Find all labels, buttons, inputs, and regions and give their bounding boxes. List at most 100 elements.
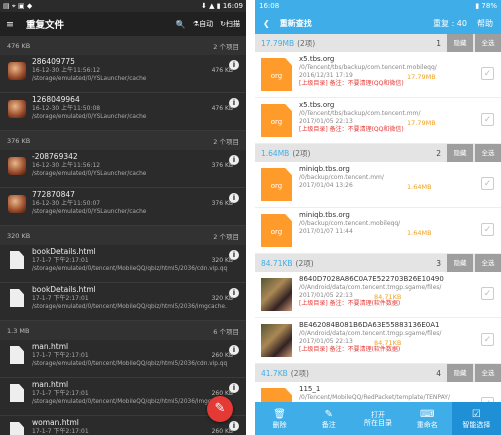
item-note: [上级目录] 备注：不要清理(软件数据) (299, 346, 401, 353)
clean-fab-button[interactable]: ✎ (207, 396, 233, 422)
item-note: [上级目录] 备注：不要清理(QQ和微信) (299, 126, 404, 133)
item-name: 8640D7028A86C0A7E522703B26E10490 (299, 275, 444, 283)
item-name: bookDetails.html (32, 247, 96, 256)
rename-button[interactable]: ⌨ 重命名 (403, 402, 452, 435)
item-meta: 2017/01/05 22:13 (299, 118, 501, 126)
group-size: 476 KB (7, 41, 31, 50)
group-number: 1 (436, 38, 441, 48)
search-icon[interactable]: 🔍 (176, 20, 186, 29)
info-icon[interactable]: i (229, 60, 239, 70)
list-item[interactable]: BE462084B081B6DA63E55883136E0A1/0/Androi… (255, 318, 501, 364)
rescan-button[interactable]: 重新查找 (280, 18, 433, 29)
help-button[interactable]: 帮助 (477, 18, 493, 29)
item-path: /storage/emulated/0/tencent/MobileQQ/qbi… (32, 361, 228, 367)
hide-button[interactable]: 隐藏 (447, 34, 473, 52)
hide-button[interactable]: 隐藏 (447, 254, 473, 272)
item-size: 1.64MB (407, 183, 432, 191)
item-date: 2017/01/04 13:26 (299, 182, 353, 189)
file-icon (10, 422, 24, 435)
list-item[interactable]: org miniqb.tbs.org/0/backup/com.tencent.m… (255, 208, 501, 254)
group-header: 320 KB 2 个项目 (0, 226, 246, 245)
group-number: 3 (436, 258, 441, 268)
checkbox[interactable]: ✓ (481, 67, 494, 80)
item-name: miniqb.tbs.org (299, 165, 350, 173)
item-date: 2017/01/07 11:44 (299, 228, 353, 235)
list-item[interactable]: 8640D7028A86C0A7E522703B26E10490/0/Andro… (255, 272, 501, 318)
group-count: (2项) (290, 368, 309, 378)
item-size: 84.71KB (374, 339, 402, 347)
rename-icon: ⌨ (419, 408, 435, 420)
right-screen: 16:08 ▮ 78% ❮ 重新查找 重复 : 40 帮助 17.79MB (2项)… (255, 0, 501, 435)
item-date: 2016/12/31 17:19 (299, 72, 353, 79)
item-name: man.html (32, 380, 69, 389)
group-header: 1.64MB (2项) 2 隐藏 全选 (255, 144, 501, 162)
list-item[interactable]: 772870847 16-12-30 上午11:50:07/storage/emu… (0, 188, 246, 226)
checkbox[interactable]: ✓ (481, 287, 494, 300)
info-icon[interactable]: i (229, 98, 239, 108)
group-header: 84.71KB (2项) 3 隐藏 全选 (255, 254, 501, 272)
menu-icon[interactable]: ≡ (6, 19, 14, 30)
group-header: 476 KB 2 个项目 (0, 36, 246, 55)
list-item[interactable]: org x5.tbs.org/0/Tencent/tbs/backup/com.t… (255, 98, 501, 144)
group-header: 17.79MB (2项) 1 隐藏 全选 (255, 34, 501, 52)
info-icon[interactable]: i (229, 250, 239, 260)
select-all-button[interactable]: 全选 (475, 364, 501, 382)
file-icon (10, 346, 24, 364)
select-all-button[interactable]: 全选 (475, 144, 501, 162)
item-name: man.html (32, 342, 69, 351)
checkbox[interactable]: ✓ (481, 177, 494, 190)
group-number: 2 (436, 148, 441, 158)
org-file-icon: org (261, 214, 292, 247)
checkbox[interactable]: ✓ (481, 333, 494, 346)
group-header: 1.3 MB 6 个项目 (0, 321, 246, 340)
item-path: /0/Tencent/tbs/backup/com.tencent.mobile… (299, 64, 437, 71)
left-screen: ▤ ⌖ ▣ ◆ ⬇ ▲ ▮ 16:09 ≡ 重复文件 🔍 ⚗自动 ↻扫描 476 … (0, 0, 246, 435)
group-count: 2 个项目 (213, 137, 239, 146)
item-name: 1268049964 (32, 95, 80, 104)
info-icon[interactable]: i (229, 383, 239, 393)
list-item[interactable]: 286409775 16-12-30 上午11:56:12/storage/emu… (0, 55, 246, 93)
list-item[interactable]: org x5.tbs.org/0/Tencent/tbs/backup/com.t… (255, 52, 501, 98)
group-header: 41.7KB (2项) 4 隐藏 全选 (255, 364, 501, 382)
group-size: 1.64MB (261, 148, 290, 158)
select-all-button[interactable]: 全选 (475, 254, 501, 272)
list-item[interactable]: bookDetails.html 17-1-7 下午2:17:01/storage… (0, 245, 246, 283)
org-file-icon: org (261, 168, 292, 201)
list-item[interactable]: -208769342 16-12-30 上午11:56:12/storage/em… (0, 150, 246, 188)
list-item[interactable]: org miniqb.tbs.org/0/backup/com.tencent.m… (255, 162, 501, 208)
list-item[interactable]: woman.html17-1-7 下午2:17:01/storage/emula… (0, 416, 246, 435)
checkbox[interactable]: ✓ (481, 223, 494, 236)
hide-button[interactable]: 隐藏 (447, 144, 473, 162)
list-item[interactable]: bookDetails.html 17-1-7 下午2:17:01/storage… (0, 283, 246, 321)
file-icon (10, 384, 24, 402)
group-size: 84.71KB (261, 258, 293, 268)
item-path: /0/Android/data/com.tencent.tmgp.sgame/f… (299, 284, 442, 291)
item-meta: 2017/01/04 13:26 (299, 182, 501, 190)
info-icon[interactable]: i (229, 155, 239, 165)
auto-button[interactable]: ⚗自动 (193, 19, 213, 29)
select-all-button[interactable]: 全选 (475, 34, 501, 52)
info-icon[interactable]: i (229, 288, 239, 298)
back-icon[interactable]: ❮ (263, 19, 270, 28)
group-size: 376 KB (7, 136, 31, 145)
item-name: bookDetails.html (32, 285, 96, 294)
list-item[interactable]: man.html 17-1-7 下午2:17:01/storage/emulate… (0, 340, 246, 378)
group-size: 17.79MB (261, 38, 295, 48)
info-icon[interactable]: i (229, 345, 239, 355)
item-name: 115_1 (299, 385, 321, 393)
status-bar: ▤ ⌖ ▣ ◆ ⬇ ▲ ▮ 16:09 (3, 1, 243, 11)
org-file-icon: org (261, 104, 292, 137)
hide-button[interactable]: 隐藏 (447, 364, 473, 382)
checkbox[interactable]: ✓ (481, 113, 494, 126)
info-icon[interactable]: i (229, 193, 239, 203)
bottom-action-bar: 🗑 删除 ✎ 备注 打开 所在目录 ⌨ 重命名 ☑ 智能选择 (255, 402, 501, 435)
open-folder-button[interactable]: 打开 所在目录 (353, 402, 402, 435)
note-button[interactable]: ✎ 备注 (304, 402, 353, 435)
item-path: /storage/emulated/0/tencent/MobileQQ/qbi… (32, 266, 228, 272)
smart-select-button[interactable]: ☑ 智能选择 (451, 402, 501, 435)
delete-button[interactable]: 🗑 删除 (255, 402, 304, 435)
repeat-count: 重复 : 40 (433, 18, 467, 28)
info-icon[interactable]: i (229, 421, 239, 431)
list-item[interactable]: 1268049964 16-12-30 上午11:50:08/storage/em… (0, 93, 246, 131)
scan-button[interactable]: ↻扫描 (220, 19, 240, 29)
